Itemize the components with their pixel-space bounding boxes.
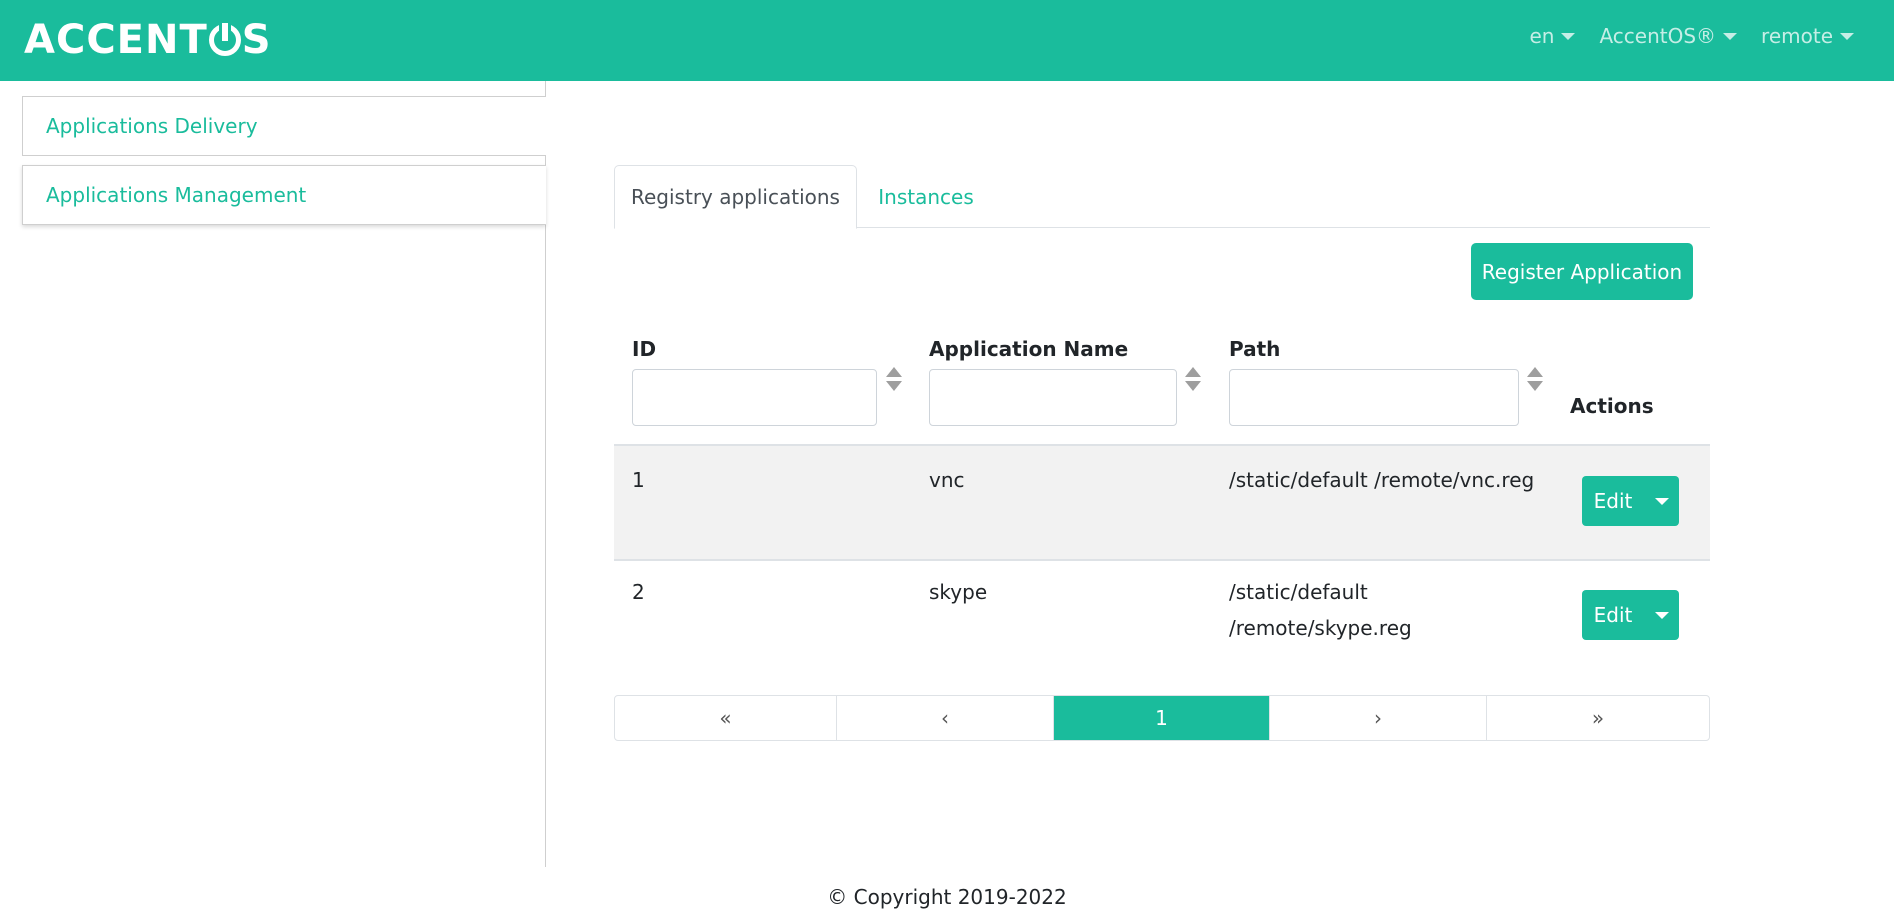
column-header-path: Path [1229,337,1281,361]
table-row: 2 skype /static/default /remote/skype.re… [614,559,1710,681]
tab-registry-applications[interactable]: Registry applications [614,165,857,229]
pagination-page-1[interactable]: 1 [1054,696,1270,740]
row-path-line-2: /remote/skype.reg [1229,616,1412,640]
chevron-down-icon [1840,32,1854,40]
language-dropdown[interactable]: en [1529,24,1576,48]
application-name-filter-input[interactable] [929,369,1177,426]
logo-text-right: S [241,17,272,63]
edit-split-button: Edit [1582,476,1679,526]
sidebar-item-applications-management[interactable]: Applications Management [22,165,546,225]
power-icon [208,24,241,56]
column-header-id: ID [632,337,657,361]
product-dropdown[interactable]: AccentOS® [1599,24,1738,48]
chevron-down-icon [1654,611,1669,619]
accentos-logo[interactable]: ACCENT S [24,17,272,63]
user-label: remote [1761,24,1833,48]
edit-dropdown-toggle[interactable] [1644,476,1679,526]
row-path: /static/default /remote/vnc.reg [1229,468,1535,492]
sort-application-name-icon[interactable] [1185,367,1201,393]
path-filter-input[interactable] [1229,369,1519,426]
tab-instances[interactable]: Instances [857,165,995,228]
row-path-line-1: /static/default [1229,580,1368,604]
logo-text-left: ACCENT [24,17,208,63]
footer-copyright: © Copyright 2019-2022 [827,885,1067,909]
sidebar: Applications Delivery Applications Manag… [0,81,546,867]
edit-dropdown-toggle[interactable] [1644,590,1679,640]
sort-id-icon[interactable] [886,367,902,393]
pagination-previous[interactable]: ‹ [837,696,1054,740]
pagination-last[interactable]: » [1487,696,1709,740]
row-id: 2 [632,580,645,604]
sidebar-item-applications-delivery[interactable]: Applications Delivery [22,96,546,156]
column-header-actions: Actions [1570,394,1654,418]
navbar-menus: en AccentOS® remote [1529,24,1854,48]
id-filter-input[interactable] [632,369,877,426]
chevron-down-icon [1654,497,1669,505]
row-id: 1 [632,468,645,492]
edit-split-button: Edit [1582,590,1679,640]
pagination-next[interactable]: › [1270,696,1487,740]
pagination-first[interactable]: « [615,696,837,740]
top-navbar: ACCENT S en AccentOS® remote [0,0,1894,81]
pagination: « ‹ 1 › » [614,695,1710,741]
table-row: 1 vnc /static/default /remote/vnc.reg Ed… [614,444,1710,559]
edit-button[interactable]: Edit [1582,476,1644,526]
tab-bar: Registry applications Instances [614,165,1710,229]
chevron-down-icon [1561,32,1576,40]
sort-path-icon[interactable] [1527,367,1543,393]
sidebar-item-label: Applications Management [46,183,307,207]
chevron-down-icon [1723,32,1738,40]
language-label: en [1529,24,1555,48]
row-application-name: vnc [929,468,965,492]
edit-button[interactable]: Edit [1582,590,1644,640]
product-label: AccentOS® [1599,24,1717,48]
user-dropdown[interactable]: remote [1761,24,1854,48]
sidebar-item-label: Applications Delivery [46,114,258,138]
register-application-button[interactable]: Register Application [1471,243,1693,300]
column-header-application-name: Application Name [929,337,1129,361]
row-application-name: skype [929,580,988,604]
